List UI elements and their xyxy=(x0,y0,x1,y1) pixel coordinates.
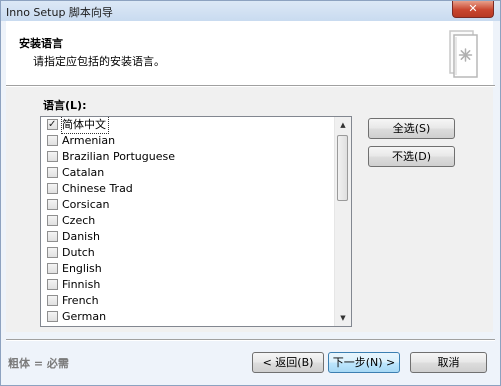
close-button[interactable]: ✕ xyxy=(452,1,494,18)
language-label: Catalan xyxy=(62,166,105,179)
wizard-header: 安装语言 请指定应包括的安装语言。 xyxy=(6,21,493,85)
language-list-item[interactable]: Chinese Trad xyxy=(41,181,335,197)
page-subtitle: 请指定应包括的安装语言。 xyxy=(33,55,165,68)
language-label: Armenian xyxy=(62,134,116,147)
book-gear-icon xyxy=(449,30,478,78)
languages-listbox[interactable]: 简体中文Armenian Brazilian Portuguese Catalan C… xyxy=(40,116,352,327)
language-label: Corsican xyxy=(62,198,110,211)
language-label: 简体中文 xyxy=(61,117,109,134)
language-list-item[interactable]: Danish xyxy=(41,229,335,245)
language-checkbox[interactable] xyxy=(47,135,58,146)
scrollbar-thumb[interactable] xyxy=(337,135,348,201)
next-button[interactable]: 下一步(N) > xyxy=(328,352,400,373)
language-list-item[interactable]: 简体中文 xyxy=(41,117,335,134)
language-checkbox[interactable] xyxy=(47,215,58,226)
language-label: English xyxy=(62,262,102,275)
title-bar[interactable]: Inno Setup 脚本向导 ✕ xyxy=(1,1,500,21)
scroll-down-icon[interactable]: ▼ xyxy=(335,310,351,326)
language-list-item[interactable]: German xyxy=(41,309,335,325)
language-checkbox[interactable] xyxy=(47,151,58,162)
language-list-item[interactable]: French xyxy=(41,293,335,309)
window-title: Inno Setup 脚本向导 xyxy=(6,6,113,19)
language-checkbox[interactable] xyxy=(47,231,58,242)
language-checkbox[interactable] xyxy=(47,183,58,194)
page-title: 安装语言 xyxy=(19,37,63,50)
language-label: Brazilian Portuguese xyxy=(62,150,175,163)
language-checkbox[interactable] xyxy=(47,167,58,178)
language-list-item[interactable]: Dutch xyxy=(41,245,335,261)
language-label: Czech xyxy=(62,214,96,227)
languages-label: 语言(L): xyxy=(43,99,87,112)
language-label: German xyxy=(62,310,107,323)
select-all-button[interactable]: 全选(S) xyxy=(368,118,455,139)
back-button[interactable]: < 返回(B) xyxy=(252,352,324,373)
language-label: Danish xyxy=(62,230,100,243)
languages-list: 简体中文Armenian Brazilian Portuguese Catalan C… xyxy=(41,117,335,325)
language-checkbox[interactable] xyxy=(47,199,58,210)
language-checkbox[interactable] xyxy=(47,117,58,133)
language-list-item[interactable]: Corsican xyxy=(41,197,335,213)
language-checkbox[interactable] xyxy=(47,247,58,258)
vertical-scrollbar[interactable]: ▲ ▼ xyxy=(334,117,351,326)
language-list-item[interactable]: Brazilian Portuguese xyxy=(41,149,335,165)
select-none-button[interactable]: 不选(D) xyxy=(368,146,455,167)
scroll-up-icon[interactable]: ▲ xyxy=(335,117,351,133)
language-checkbox[interactable] xyxy=(47,263,58,274)
language-list-item[interactable]: Czech xyxy=(41,213,335,229)
language-checkbox[interactable] xyxy=(47,279,58,290)
language-label: Chinese Trad xyxy=(62,182,133,195)
language-list-item[interactable]: English xyxy=(41,261,335,277)
language-label: French xyxy=(62,294,99,307)
language-list-item[interactable]: Armenian xyxy=(41,133,335,149)
language-list-item[interactable]: Catalan xyxy=(41,165,335,181)
required-legend: 粗体 = 必需 xyxy=(8,357,69,370)
cancel-button[interactable]: 取消 xyxy=(410,352,487,373)
language-label: Finnish xyxy=(62,278,101,291)
language-checkbox[interactable] xyxy=(47,295,58,306)
language-list-item[interactable]: Finnish xyxy=(41,277,335,293)
language-checkbox[interactable] xyxy=(47,311,58,322)
footer-divider xyxy=(6,339,495,341)
language-label: Dutch xyxy=(62,246,95,259)
